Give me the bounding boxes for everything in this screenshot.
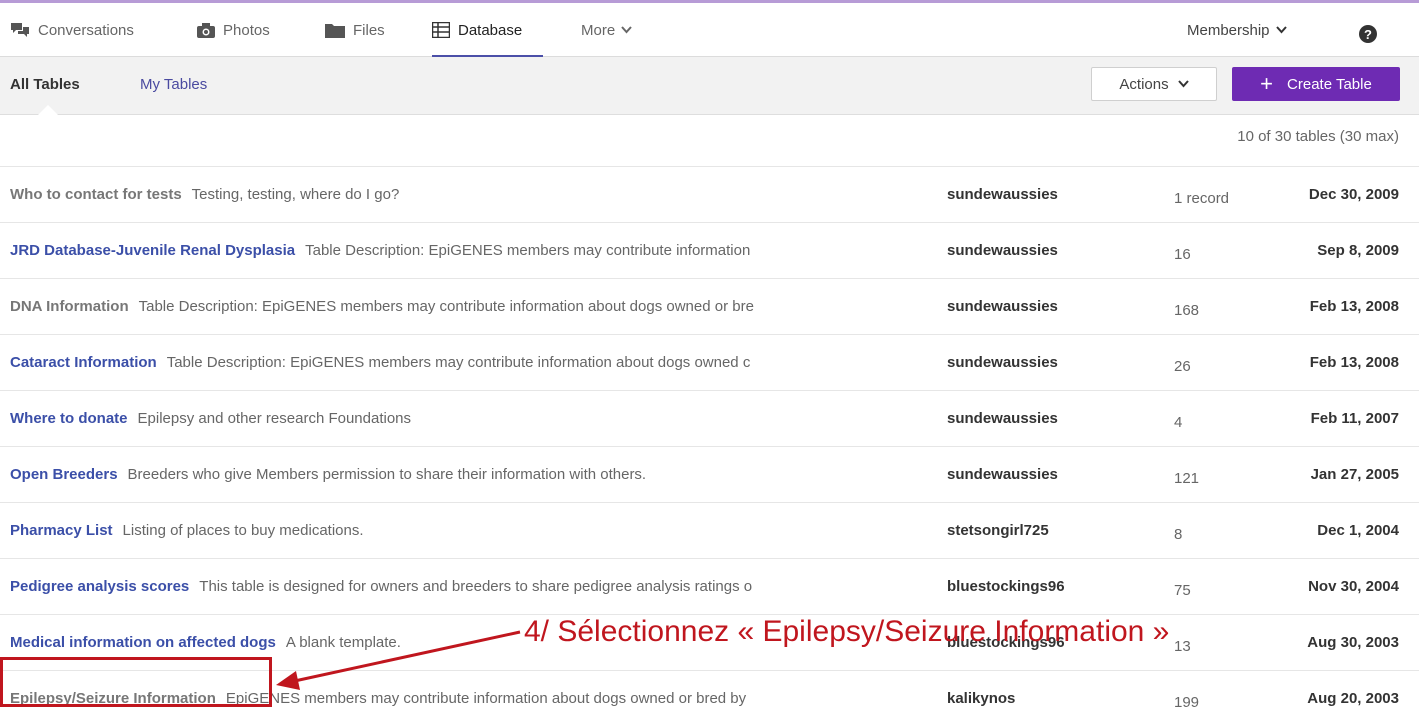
create-table-label: Create Table bbox=[1287, 75, 1372, 93]
table-description: This table is designed for owners and br… bbox=[199, 578, 753, 595]
table-date: Feb 13, 2008 bbox=[1309, 354, 1399, 371]
table-date: Nov 30, 2004 bbox=[1308, 578, 1399, 595]
table-owner[interactable]: bluestockings96 bbox=[947, 559, 1065, 615]
table-date: Feb 13, 2008 bbox=[1309, 298, 1399, 315]
record-count: 4 bbox=[1174, 414, 1183, 431]
table-name-link[interactable]: Cataract Information bbox=[10, 354, 157, 371]
nav-conversations-label: Conversations bbox=[38, 21, 134, 39]
record-count: 168 bbox=[1174, 302, 1200, 319]
record-count: 16 bbox=[1174, 246, 1191, 263]
table-date: Dec 1, 2004 bbox=[1317, 522, 1399, 539]
table-owner[interactable]: sundewaussies bbox=[947, 391, 1058, 447]
table-name-link[interactable]: DNA Information bbox=[10, 298, 129, 315]
table-date: Sep 8, 2009 bbox=[1317, 242, 1399, 259]
table-date: Dec 30, 2009 bbox=[1308, 186, 1399, 203]
nav-files[interactable]: Files bbox=[325, 3, 385, 57]
nav-conversations[interactable]: Conversations bbox=[10, 3, 134, 57]
table-description: Epilepsy and other research Foundations bbox=[137, 410, 412, 427]
record-count: 26 bbox=[1174, 358, 1191, 375]
table-description: EpiGENES members may contribute informat… bbox=[225, 690, 747, 707]
table-date: Aug 30, 2003 bbox=[1307, 634, 1399, 651]
record-count: 1 record bbox=[1174, 190, 1230, 207]
actions-label: Actions bbox=[1119, 75, 1169, 93]
nav-more-label: More bbox=[581, 21, 616, 39]
table-count: 10 of 30 tables (30 max) bbox=[1237, 128, 1399, 145]
table-owner[interactable]: stetsongirl725 bbox=[947, 503, 1049, 559]
top-nav: Conversations Photos Files Database More bbox=[0, 0, 1419, 57]
table-owner[interactable]: sundewaussies bbox=[947, 335, 1058, 391]
table-owner[interactable]: sundewaussies bbox=[947, 447, 1058, 503]
table-icon bbox=[432, 22, 450, 38]
table-owner[interactable]: sundewaussies bbox=[947, 279, 1058, 335]
table-row[interactable]: Cataract Information Table Description: E… bbox=[0, 334, 1419, 390]
tab-all-tables[interactable]: All Tables bbox=[10, 76, 80, 93]
table-owner[interactable]: sundewaussies bbox=[947, 167, 1058, 223]
record-count: 8 bbox=[1174, 526, 1183, 543]
table-row[interactable]: Where to donate Epilepsy and other resear… bbox=[0, 390, 1419, 446]
table-description: Breeders who give Members permission to … bbox=[127, 466, 647, 483]
annotation-highlight-box bbox=[0, 657, 272, 707]
table-name-link[interactable]: Pedigree analysis scores bbox=[10, 578, 189, 595]
table-date: Aug 20, 2003 bbox=[1307, 690, 1399, 707]
table-date: Jan 27, 2005 bbox=[1310, 466, 1399, 483]
table-description: Table Description: EpiGENES members may … bbox=[305, 242, 751, 259]
table-row[interactable]: Pharmacy List Listing of places to buy me… bbox=[0, 502, 1419, 558]
actions-button[interactable]: Actions bbox=[1091, 67, 1217, 101]
record-count: 75 bbox=[1174, 582, 1191, 599]
table-date: Feb 11, 2007 bbox=[1310, 410, 1399, 427]
conversations-icon bbox=[11, 23, 29, 37]
table-owner[interactable]: sundewaussies bbox=[947, 223, 1058, 279]
table-name-link[interactable]: Medical information on affected dogs bbox=[10, 634, 276, 651]
annotation-instruction: 4/ Sélectionnez « Epilepsy/Seizure Infor… bbox=[524, 615, 1170, 648]
nav-database[interactable]: Database bbox=[432, 3, 543, 57]
table-owner[interactable]: kalikynos bbox=[947, 671, 1015, 707]
table-row[interactable]: DNA Information Table Description: EpiGEN… bbox=[0, 278, 1419, 334]
chevron-down-icon bbox=[1177, 80, 1189, 88]
table-description: Listing of places to buy medications. bbox=[122, 522, 364, 539]
table-name-link[interactable]: Open Breeders bbox=[10, 466, 118, 483]
help-icon[interactable]: ? bbox=[1359, 25, 1377, 43]
record-count: 13 bbox=[1174, 638, 1191, 655]
membership-menu[interactable]: Membership bbox=[1187, 3, 1295, 57]
chevron-down-icon bbox=[1275, 26, 1287, 34]
nav-database-label: Database bbox=[458, 21, 523, 39]
table-description: Testing, testing, where do I go? bbox=[191, 186, 400, 203]
table-description: A blank template. bbox=[285, 634, 401, 651]
table-row[interactable]: JRD Database-Juvenile Renal Dysplasia Tab… bbox=[0, 222, 1419, 278]
folder-icon bbox=[325, 23, 345, 38]
chevron-down-icon bbox=[621, 26, 632, 34]
table-row[interactable]: Open Breeders Breeders who give Members p… bbox=[0, 446, 1419, 502]
tab-my-tables[interactable]: My Tables bbox=[140, 76, 207, 93]
table-name-link[interactable]: Who to contact for tests bbox=[10, 186, 182, 203]
nav-photos[interactable]: Photos bbox=[197, 3, 270, 57]
nav-more[interactable]: More bbox=[581, 3, 640, 57]
table-name-link[interactable]: Where to donate bbox=[10, 410, 128, 427]
table-row[interactable]: Pedigree analysis scores This table is de… bbox=[0, 558, 1419, 614]
record-count: 121 bbox=[1174, 470, 1200, 487]
camera-icon bbox=[197, 22, 215, 38]
membership-label: Membership bbox=[1187, 21, 1270, 39]
table-name-link[interactable]: Pharmacy List bbox=[10, 522, 113, 539]
create-table-button[interactable]: + Create Table bbox=[1232, 67, 1400, 101]
plus-icon: + bbox=[1260, 71, 1274, 96]
nav-files-label: Files bbox=[353, 21, 385, 39]
table-row[interactable]: Who to contact for tests Testing, testing… bbox=[0, 166, 1419, 222]
nav-photos-label: Photos bbox=[223, 21, 270, 39]
active-tab-pointer bbox=[38, 105, 58, 115]
table-description: Table Description: EpiGENES members may … bbox=[166, 354, 751, 371]
table-name-link[interactable]: JRD Database-Juvenile Renal Dysplasia bbox=[10, 242, 295, 259]
table-description: Table Description: EpiGENES members may … bbox=[138, 298, 754, 315]
record-count: 199 bbox=[1174, 694, 1200, 707]
